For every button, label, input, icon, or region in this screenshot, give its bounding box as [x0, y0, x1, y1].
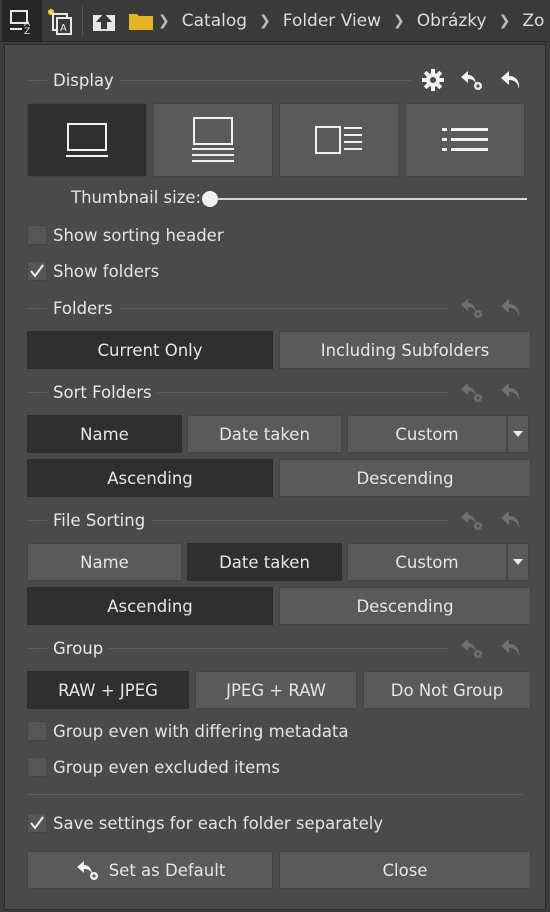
group-jpeg-raw-button[interactable]: JPEG + RAW	[195, 671, 357, 709]
up-folder-button[interactable]	[86, 9, 124, 33]
checkbox-unchecked[interactable]	[27, 225, 47, 245]
sort-folders-title: Sort Folders	[53, 382, 152, 402]
sort-folders-name-button[interactable]: Name	[27, 415, 182, 453]
thumbnail-size-slider[interactable]	[209, 198, 527, 200]
chevron-right-icon: ❯	[158, 13, 170, 29]
show-sorting-header-label: Show sorting header	[53, 225, 224, 245]
reset-default-icon	[461, 639, 482, 658]
breadcrumb: ❯ Catalog ❯ Folder View ❯ Obrázky ❯ Zo	[86, 0, 550, 42]
up-arrow-icon	[93, 13, 115, 31]
undo-icon	[501, 299, 520, 317]
file-sorting-name-button[interactable]: Name	[27, 543, 182, 581]
view-thumbnail-details-button[interactable]	[153, 103, 273, 177]
thumbnail-details-icon	[192, 117, 234, 162]
sort-folders-date-taken-button[interactable]: Date taken	[187, 415, 342, 453]
group-do-not-group-button[interactable]: Do Not Group	[363, 671, 531, 709]
breadcrumb-folder-view[interactable]: Folder View	[271, 11, 393, 31]
chevron-right-icon: ❯	[259, 13, 271, 29]
file-sorting-date-taken-button[interactable]: Date taken	[187, 543, 342, 581]
sort-az-icon: A Z	[10, 10, 31, 35]
checkbox-unchecked[interactable]	[27, 721, 47, 741]
group-excluded-items-label: Group even excluded items	[53, 757, 280, 777]
sort-folders-section-header: Sort Folders	[27, 380, 523, 404]
save-settings-separately-checkbox[interactable]: Save settings for each folder separately	[27, 811, 383, 835]
sort-options-button[interactable]: A	[44, 0, 76, 42]
sort-folders-custom-button[interactable]: Custom	[347, 415, 507, 453]
chevron-right-icon: ❯	[393, 13, 405, 29]
reset-default-icon	[461, 383, 482, 402]
checkmark-icon	[30, 816, 44, 830]
group-excluded-items-checkbox[interactable]: Group even excluded items	[27, 755, 280, 779]
show-folders-checkbox[interactable]: Show folders	[27, 259, 159, 283]
gear-icon[interactable]	[421, 68, 445, 92]
sort-options-icon: A	[48, 9, 72, 35]
sort-folders-ascending-button[interactable]: Ascending	[27, 459, 273, 497]
file-sorting-section-header: File Sorting	[27, 508, 523, 532]
tiles-view-icon	[315, 126, 362, 154]
view-tiles-button[interactable]	[279, 103, 399, 177]
undo-icon	[501, 383, 520, 401]
display-title: Display	[53, 70, 114, 90]
thumbnail-size-slider-handle[interactable]	[202, 191, 218, 207]
reset-default-icon	[76, 861, 98, 880]
file-sorting-ascending-button[interactable]: Ascending	[27, 587, 273, 625]
sort-folders-descending-button[interactable]: Descending	[279, 459, 531, 497]
folders-section-header: Folders	[27, 296, 523, 320]
toolbar-divider	[82, 6, 83, 36]
thumbnail-view-icon	[66, 123, 108, 157]
view-thumbnail-button[interactable]	[27, 103, 147, 177]
file-sorting-custom-dropdown[interactable]	[507, 543, 529, 581]
folders-title: Folders	[53, 298, 113, 318]
thumbnail-size-label: Thumbnail size:	[71, 188, 202, 207]
group-title: Group	[53, 638, 104, 658]
file-sorting-custom-button[interactable]: Custom	[347, 543, 507, 581]
reset-default-icon	[461, 511, 482, 530]
checkbox-checked[interactable]	[27, 813, 47, 833]
chevron-down-icon	[513, 559, 523, 565]
checkmark-icon	[30, 264, 44, 278]
top-toolbar: A Z A ❯ Catalog ❯ Folder View ❯ Obrázky …	[0, 0, 550, 42]
group-differing-metadata-label: Group even with differing metadata	[53, 721, 349, 741]
file-sorting-title: File Sorting	[53, 510, 146, 530]
undo-icon[interactable]	[499, 68, 523, 92]
folders-current-only-button[interactable]: Current Only	[27, 331, 273, 369]
reset-default-icon[interactable]	[459, 68, 485, 92]
checkbox-unchecked[interactable]	[27, 757, 47, 777]
view-list-button[interactable]	[405, 103, 525, 177]
sort-az-button[interactable]: A Z	[2, 0, 42, 42]
group-raw-jpeg-button[interactable]: RAW + JPEG	[27, 671, 189, 709]
list-view-icon	[442, 128, 488, 151]
breadcrumb-catalog[interactable]: Catalog	[170, 11, 259, 31]
file-sorting-descending-button[interactable]: Descending	[279, 587, 531, 625]
undo-icon	[501, 511, 520, 529]
footer-divider	[27, 794, 523, 795]
folder-icon	[124, 10, 158, 32]
set-as-default-label: Set as Default	[108, 860, 226, 880]
svg-text:A: A	[60, 23, 67, 34]
chevron-down-icon	[513, 431, 523, 437]
close-button[interactable]: Close	[279, 851, 531, 889]
save-settings-separately-label: Save settings for each folder separately	[53, 813, 384, 833]
sort-folders-custom-dropdown[interactable]	[507, 415, 529, 453]
sort-settings-panel: Display Thumbnail size: Show sorting hea…	[4, 44, 546, 910]
chevron-right-icon: ❯	[498, 13, 511, 29]
set-as-default-button[interactable]: Set as Default	[27, 851, 273, 889]
svg-text:Z: Z	[24, 27, 30, 35]
folders-including-subfolders-button[interactable]: Including Subfolders	[279, 331, 531, 369]
group-differing-metadata-checkbox[interactable]: Group even with differing metadata	[27, 719, 349, 743]
group-section-header: Group	[27, 636, 523, 660]
show-folders-label: Show folders	[53, 261, 160, 281]
breadcrumb-zo[interactable]: Zo	[510, 11, 550, 31]
reset-default-icon	[461, 299, 482, 318]
checkbox-checked[interactable]	[27, 261, 47, 281]
display-section-header: Display	[27, 68, 523, 92]
show-sorting-header-checkbox[interactable]: Show sorting header	[27, 223, 224, 247]
breadcrumb-obrazky[interactable]: Obrázky	[405, 11, 499, 31]
undo-icon	[501, 639, 520, 657]
